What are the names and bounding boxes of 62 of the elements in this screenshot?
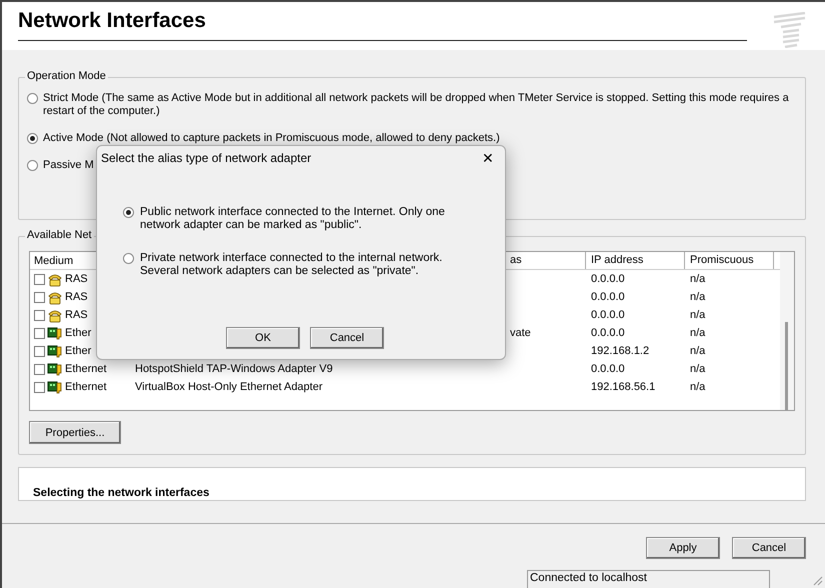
radio-button[interactable] (123, 253, 134, 264)
radio-button[interactable] (27, 160, 38, 171)
table-cell: RAS (65, 273, 88, 285)
radio-label: Active Mode (Not allowed to capture packets in Promiscuous mode, allowed to deny packets.) (43, 132, 500, 145)
status-text: Connected to localhost (527, 570, 770, 588)
checkbox[interactable] (34, 346, 45, 356)
checkbox[interactable] (34, 292, 45, 302)
table-cell: 0.0.0.0 (591, 327, 625, 339)
checkbox[interactable] (34, 310, 45, 320)
page-title: Network Interfaces (18, 9, 206, 33)
table-cell: Ether (65, 345, 92, 357)
table-cell: n/a (690, 291, 706, 303)
checkbox[interactable] (34, 382, 45, 392)
phone-icon (47, 308, 63, 322)
table-cell: 0.0.0.0 (591, 309, 625, 321)
group-label: Operation Mode (25, 70, 108, 82)
scrollbar-thumb[interactable] (785, 322, 788, 410)
properties-button[interactable]: Properties... (29, 421, 121, 444)
help-heading: Selecting the network interfaces (33, 487, 210, 499)
table-cell: n/a (690, 327, 706, 339)
table-cell: HotspotShield TAP-Windows Adapter V9 (135, 363, 333, 375)
resize-grip-icon[interactable] (813, 576, 823, 586)
table-cell: Ethernet (65, 381, 107, 393)
table-cell: VirtualBox Host-Only Ethernet Adapter (135, 381, 323, 393)
dialog-button[interactable]: OK (226, 327, 300, 349)
phone-icon (47, 290, 63, 304)
checkbox[interactable] (34, 364, 45, 374)
radio-label: Strict Mode (The same as Active Mode but in additional all network packets will be dropped when TMeter Service is stopped. Setting this mode requires a restart of the computer.) (43, 92, 790, 118)
table-cell: RAS (65, 291, 88, 303)
radio-label: Private network interface connected to the internal network. Several network adapters can be selected as "private". (140, 252, 444, 278)
network-card-icon (47, 326, 63, 340)
table-cell: n/a (690, 309, 706, 321)
table-cell: n/a (690, 363, 706, 375)
table-cell: 0.0.0.0 (591, 273, 625, 285)
radio-button[interactable] (123, 207, 134, 218)
network-card-icon (47, 380, 63, 394)
checkbox[interactable] (34, 274, 45, 284)
table-cell: RAS (65, 309, 88, 321)
table-cell: 0.0.0.0 (591, 291, 625, 303)
table-cell: n/a (690, 381, 706, 393)
phone-icon (47, 272, 63, 286)
table-cell: Ether (65, 327, 92, 339)
table-cell: 0.0.0.0 (591, 363, 625, 375)
radio-label: Public network interface connected to the Internet. Only one network adapter can be marked as "public". (140, 206, 446, 232)
dialog-title: Select the alias type of network adapter (101, 151, 312, 165)
action-button[interactable]: Cancel (732, 537, 806, 559)
network-card-icon (47, 344, 63, 358)
table-cell: n/a (690, 345, 706, 357)
action-button[interactable]: Apply (646, 537, 720, 559)
table-cell: n/a (690, 273, 706, 285)
radio-button[interactable] (27, 93, 38, 104)
table-cell: 192.168.1.2 (591, 345, 650, 357)
checkbox[interactable] (34, 328, 45, 338)
close-button[interactable]: ✕ (475, 147, 501, 169)
network-card-icon (47, 362, 63, 376)
table-cell: Ethernet (65, 363, 107, 375)
table-cell: vate (510, 327, 531, 339)
radio-label: Passive M (43, 159, 94, 172)
group-label: Available Net (25, 229, 94, 241)
dialog-button[interactable]: Cancel (310, 327, 384, 349)
radio-button[interactable] (27, 133, 38, 144)
table-cell: 192.168.56.1 (591, 381, 656, 393)
